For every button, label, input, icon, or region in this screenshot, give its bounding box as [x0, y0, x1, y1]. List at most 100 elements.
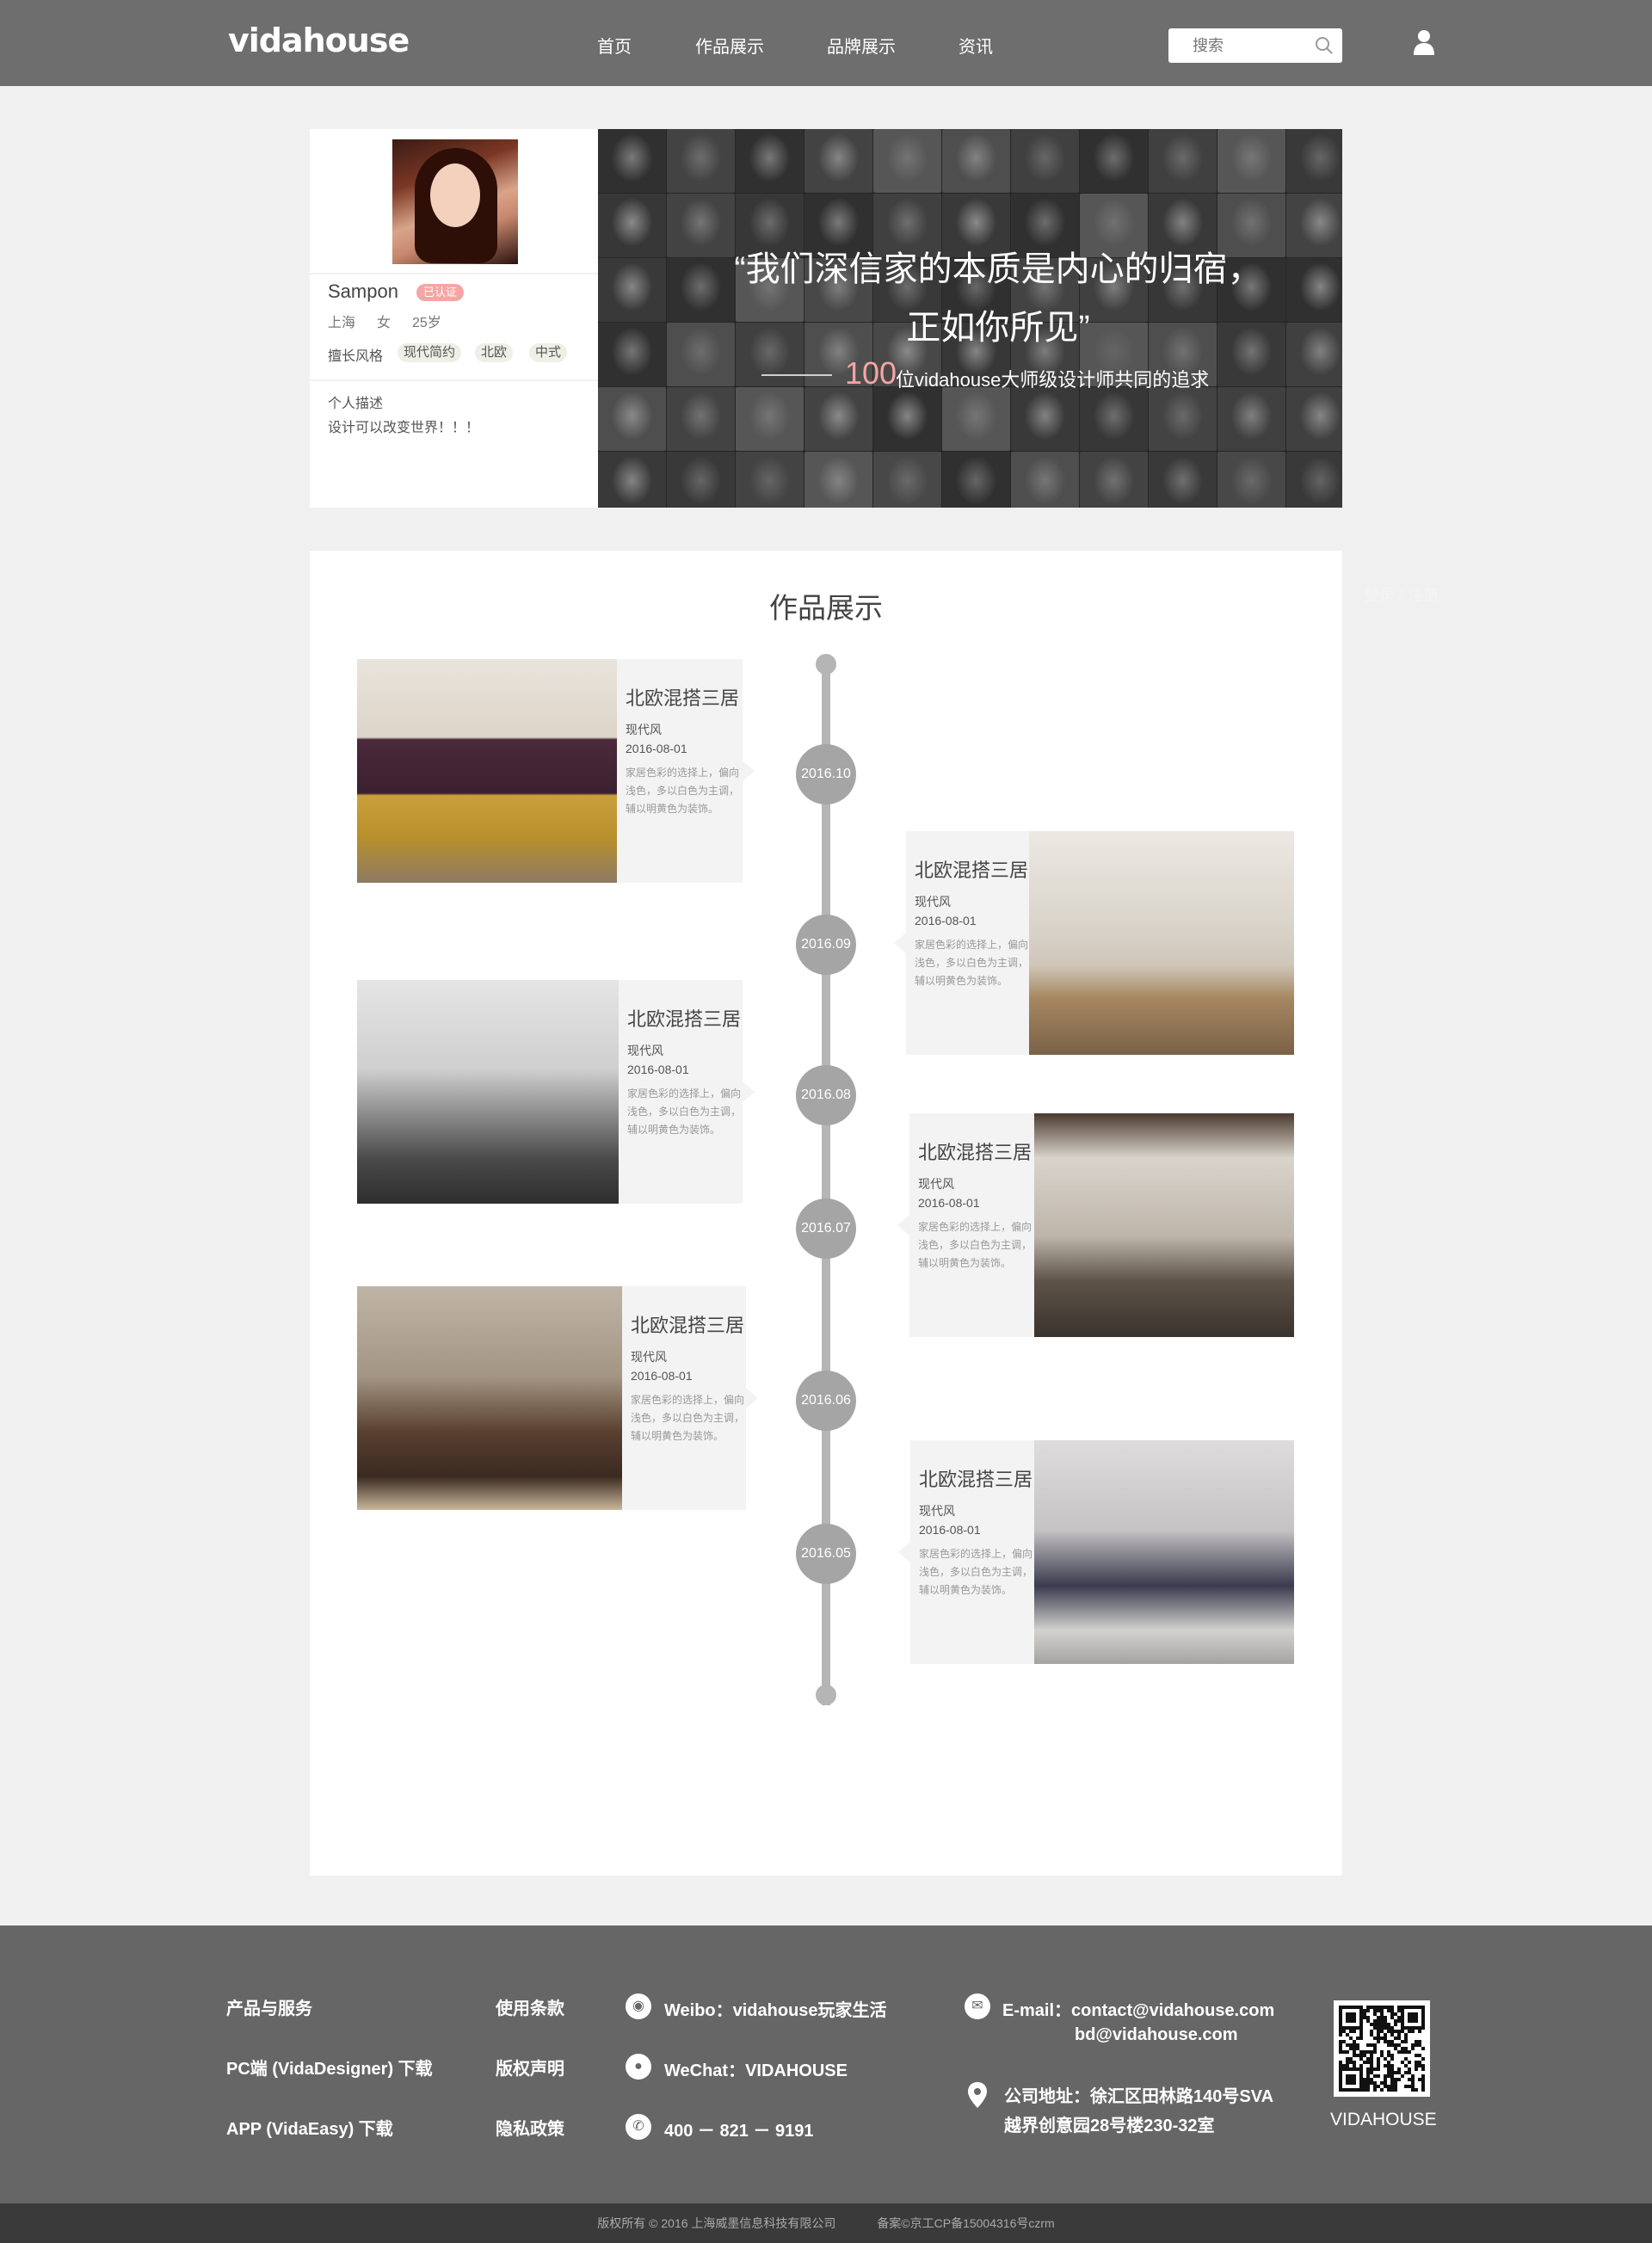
designers-banner: “我们深信家的本质是内心的归宿， 正如你所见” 100 位vidahouse大师… — [598, 129, 1342, 508]
icp-record[interactable]: 备案©京工CP备15004316号czrm — [877, 2216, 1054, 2230]
site-footer: 产品与服务 PC端 (VidaDesigner) 下载 APP (VidaEas… — [0, 1926, 1652, 2203]
timeline-date-node[interactable]: 2016.06 — [796, 1371, 856, 1431]
style-tag[interactable]: 北欧 — [475, 343, 514, 362]
work-thumbnail[interactable] — [1029, 831, 1294, 1055]
work-thumbnail[interactable] — [1034, 1113, 1294, 1337]
vidahouse-logo[interactable]: vidahouse — [228, 22, 410, 59]
copyright-text: 版权所有 © 2016 上海威墨信息科技有限公司 — [597, 2216, 836, 2230]
qr-label: VIDAHOUSE — [1330, 2110, 1437, 2129]
footer-copyright-link[interactable]: 版权声明 — [496, 2055, 564, 2080]
work-title[interactable]: 北欧混搭三居 — [919, 1464, 1034, 1492]
card-pointer — [746, 1388, 758, 1408]
footer-weibo[interactable]: Weibo：vidahouse玩家生活 — [664, 1996, 887, 2021]
works-title: 作品展示 — [769, 592, 883, 624]
work-thumbnail[interactable] — [357, 659, 617, 883]
designer-gender: 女 — [377, 316, 391, 330]
login-register-link[interactable]: 登录 / 注册 — [1364, 583, 1439, 606]
user-icon[interactable] — [1412, 29, 1436, 55]
banner-designer-count: 100 — [845, 355, 897, 391]
footer-phone: 400 － 821 － 9191 — [664, 2122, 814, 2141]
work-description: 家居色彩的选择上，偏向浅色，多以白色为主调，辅以明黄色为装饰。 — [915, 939, 1029, 987]
work-description: 家居色彩的选择上，偏向浅色，多以白色为主调，辅以明黄色为装饰。 — [919, 1548, 1033, 1596]
work-card[interactable]: 北欧混搭三居现代风 2016-08-01 家居色彩的选择上，偏向浅色，多以白色为主调… — [357, 980, 755, 1204]
timeline-date-node[interactable]: 2016.07 — [796, 1199, 856, 1259]
designer-avatar — [392, 139, 518, 264]
work-card[interactable]: 北欧混搭三居现代风 2016-08-01 家居色彩的选择上，偏向浅色，多以白色为主调… — [898, 1440, 1294, 1664]
work-title[interactable]: 北欧混搭三居 — [631, 1310, 746, 1338]
search-input[interactable] — [1193, 28, 1322, 63]
work-card[interactable]: 北欧混搭三居 现代风 2016-08-01 家居色彩的选择上，偏向浅色，多以白色为主调… — [357, 659, 755, 883]
work-style: 现代风 — [915, 895, 951, 909]
work-style: 现代风 — [627, 1044, 663, 1057]
nav-item-works[interactable]: 作品展示 — [695, 33, 764, 58]
work-title[interactable]: 北欧混搭三居 — [626, 683, 743, 711]
work-description: 家居色彩的选择上，偏向浅色，多以白色为主调，辅以明黄色为装饰。 — [918, 1221, 1032, 1269]
work-thumbnail[interactable] — [357, 1286, 622, 1510]
verified-badge: 已认证 — [416, 284, 465, 301]
footer-wechat[interactable]: WeChat：VIDAHOUSE — [664, 2056, 848, 2081]
footer-email-bd[interactable]: bd@vidahouse.com — [1075, 2025, 1238, 2045]
work-thumbnail[interactable] — [357, 980, 619, 1204]
work-description: 家居色彩的选择上，偏向浅色，多以白色为主调，辅以明黄色为装饰。 — [626, 767, 740, 815]
style-label: 擅长风格 — [328, 349, 384, 364]
works-panel: 作品展示 北欧混搭三居 现代风 2016-08-01 家居色彩的选择上，偏向浅色，多以… — [310, 551, 1342, 1876]
card-pointer — [743, 1081, 755, 1102]
work-style: 现代风 — [919, 1504, 955, 1518]
footer-app-download[interactable]: APP (VidaEasy) 下载 — [226, 2115, 393, 2140]
divider — [310, 379, 598, 381]
wechat-icon[interactable]: ● — [626, 2054, 651, 2080]
search-icon[interactable] — [1315, 36, 1334, 55]
footer-products-services[interactable]: 产品与服务 — [226, 1994, 312, 2019]
search-box[interactable] — [1168, 28, 1342, 63]
work-title[interactable]: 北欧混搭三居 — [627, 1004, 743, 1032]
weibo-icon[interactable]: ◉ — [626, 1993, 651, 2019]
work-card[interactable]: 北欧混搭三居 现代风 2016-08-01 家居色彩的选择上，偏向浅色，多以白色为主调… — [897, 1113, 1294, 1337]
work-date: 2016-08-01 — [919, 1523, 981, 1537]
work-date: 2016-08-01 — [915, 914, 977, 927]
footer-pc-download[interactable]: PC端 (VidaDesigner) 下载 — [226, 2055, 433, 2080]
footer-privacy-link[interactable]: 隐私政策 — [496, 2115, 564, 2140]
timeline-end-dot — [816, 1685, 836, 1705]
card-pointer — [743, 761, 755, 781]
designer-profile-card: Sampon 已认证 上海 女 25岁 擅长风格 现代简约 北欧 中式 个人描述… — [310, 129, 598, 508]
designer-description: 设计可以改变世界！！！ — [328, 421, 480, 435]
banner-divider-line — [761, 374, 832, 376]
location-pin-icon — [968, 2082, 987, 2108]
work-card[interactable]: 北欧混搭三居现代风 2016-08-01 家居色彩的选择上，偏向浅色，多以白色为主调… — [894, 831, 1294, 1055]
copyright-bar: 版权所有 © 2016 上海威墨信息科技有限公司 备案©京工CP备1500431… — [0, 2203, 1652, 2243]
desc-label: 个人描述 — [328, 397, 384, 411]
divider — [310, 273, 598, 274]
footer-email[interactable]: E-mail：contact@vidahouse.com — [1002, 1996, 1274, 2021]
timeline-date-node[interactable]: 2016.08 — [796, 1065, 856, 1125]
designer-age: 25岁 — [412, 316, 441, 330]
timeline-date-node[interactable]: 2016.05 — [796, 1524, 856, 1584]
work-title[interactable]: 北欧混搭三居 — [918, 1137, 1034, 1165]
footer-terms-link[interactable]: 使用条款 — [496, 1994, 564, 2019]
work-thumbnail[interactable] — [1034, 1440, 1294, 1664]
work-date: 2016-08-01 — [627, 1063, 689, 1076]
designer-city: 上海 — [328, 316, 356, 330]
footer-address-line2: 越界创意园28号楼230-32室 — [1004, 2117, 1215, 2135]
nav-item-home[interactable]: 首页 — [597, 33, 632, 58]
work-title[interactable]: 北欧混搭三居 — [915, 855, 1029, 883]
phone-icon: ✆ — [626, 2114, 651, 2140]
qr-code — [1334, 2000, 1430, 2097]
work-description: 家居色彩的选择上，偏向浅色，多以白色为主调，辅以明黄色为装饰。 — [631, 1394, 745, 1442]
card-pointer — [894, 933, 906, 953]
banner-quote-line1: “我们深信家的本质是内心的归宿， — [734, 250, 1262, 288]
designer-name: Sampon — [328, 280, 398, 302]
work-description: 家居色彩的选择上，偏向浅色，多以白色为主调，辅以明黄色为装饰。 — [627, 1088, 742, 1136]
banner-quote-line2: 正如你所见” — [906, 309, 1090, 347]
timeline-date-node[interactable]: 2016.09 — [796, 915, 856, 975]
work-style: 现代风 — [631, 1350, 667, 1364]
card-pointer — [897, 1215, 909, 1235]
work-date: 2016-08-01 — [631, 1369, 693, 1383]
style-tag[interactable]: 中式 — [529, 343, 568, 362]
style-tag[interactable]: 现代简约 — [398, 343, 462, 362]
timeline-date-node[interactable]: 2016.10 — [796, 744, 856, 804]
nav-item-news[interactable]: 资讯 — [959, 33, 993, 58]
top-header: vidahouse 首页 作品展示 品牌展示 资讯 — [0, 0, 1652, 86]
work-card[interactable]: 北欧混搭三居现代风 2016-08-01 家居色彩的选择上，偏向浅色，多以白色为主调… — [357, 1286, 758, 1510]
work-date: 2016-08-01 — [918, 1196, 980, 1210]
nav-item-brands[interactable]: 品牌展示 — [827, 33, 896, 58]
